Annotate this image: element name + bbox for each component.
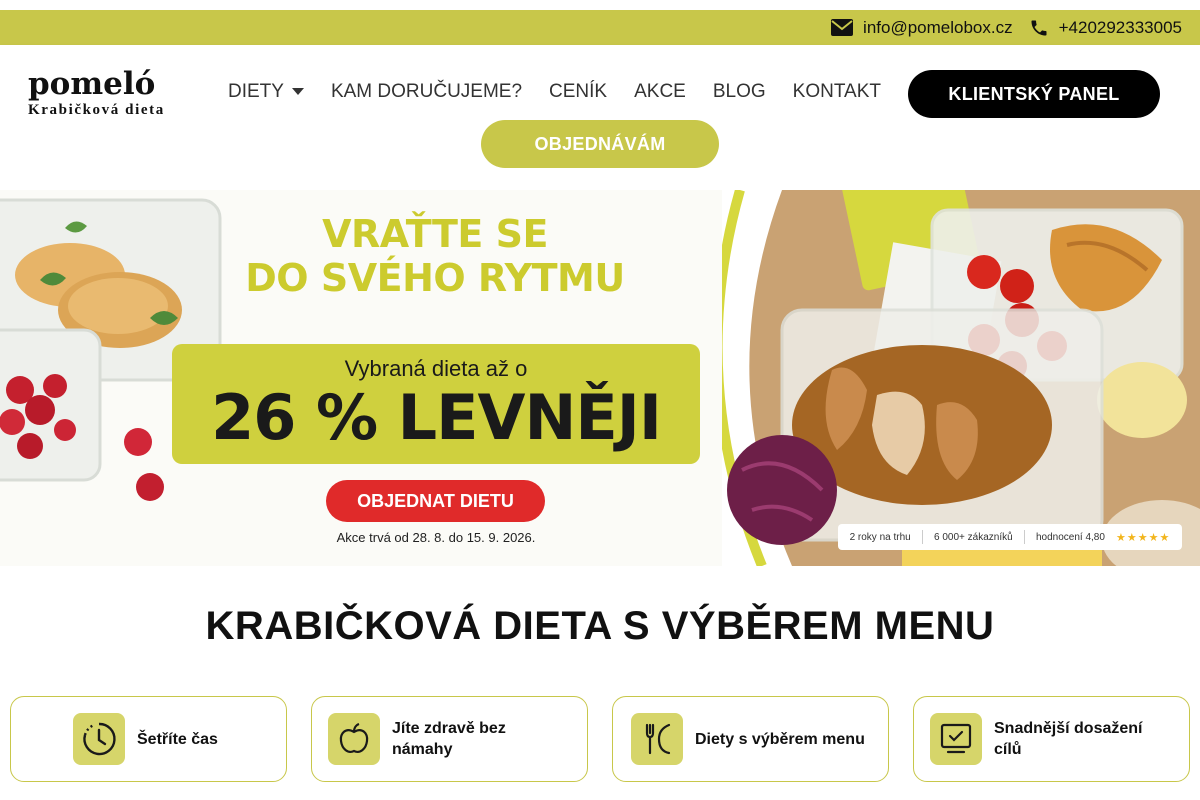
feature-card-save-time: Šetříte čas bbox=[10, 696, 287, 782]
discount-box: Vybraná dieta až o 26 % LEVNĚJI bbox=[172, 344, 700, 464]
nav-item-diety[interactable]: DIETY bbox=[228, 81, 304, 103]
logo-word: pomeló bbox=[28, 66, 156, 102]
nav-item-blog[interactable]: BLOG bbox=[713, 81, 766, 103]
feature-label: Jíte zdravě bez námahy bbox=[392, 720, 506, 758]
meal-boxes-photo bbox=[722, 190, 1200, 566]
clock-icon bbox=[73, 713, 125, 765]
cutlery-icon bbox=[631, 713, 683, 765]
order-button[interactable]: OBJEDNÁVÁM bbox=[481, 120, 719, 168]
badge-customers: 6 000+ zákazníků bbox=[934, 531, 1013, 543]
order-diet-button[interactable]: OBJEDNAT DIETU bbox=[326, 480, 545, 522]
hero-title: VRAŤTE SE DO SVÉHO RYTMU bbox=[200, 212, 670, 300]
phone-contact[interactable]: +420292333005 bbox=[1029, 18, 1182, 38]
badge-years: 2 roky na trhu bbox=[849, 531, 911, 543]
promo-dates-note: Akce trvá od 28. 8. do 15. 9. 2026. bbox=[336, 530, 536, 545]
discount-headline: 26 % LEVNĚJI bbox=[211, 381, 662, 454]
badge-divider bbox=[1023, 530, 1025, 544]
phone-icon bbox=[1031, 20, 1047, 35]
hero-title-line2: DO SVÉHO RYTMU bbox=[245, 256, 625, 300]
nav-label-blog: BLOG bbox=[712, 81, 766, 102]
nav-item-kam-dorucujeme[interactable]: KAM DORUČUJEME? bbox=[331, 81, 522, 103]
feature-card-menu-choice: Diety s výběrem menu bbox=[612, 696, 889, 782]
discount-subtitle: Vybraná dieta až o bbox=[344, 356, 528, 381]
rating-stars-icon: ★★★★★ bbox=[1116, 531, 1171, 544]
feature-label: Šetříte čas bbox=[137, 730, 218, 748]
site-header: pomeló Krabičková dieta DIETY KAM DORUČU… bbox=[0, 45, 1200, 190]
nav-item-kontakt[interactable]: KONTAKT bbox=[793, 81, 881, 103]
client-panel-button[interactable]: KLIENTSKÝ PANEL bbox=[908, 70, 1160, 118]
meal-boxes-illustration bbox=[722, 190, 1200, 566]
phone-text[interactable]: +420292333005 bbox=[1059, 18, 1182, 38]
hero-banner[interactable]: VRAŤTE SE DO SVÉHO RYTMU Vybraná dieta a… bbox=[0, 190, 1200, 566]
feature-label: Snadnější dosažení cílů bbox=[994, 720, 1143, 758]
nav-label-kam: KAM DORUČUJEME? bbox=[330, 81, 523, 102]
hero-title-line1: VRAŤTE SE bbox=[322, 212, 548, 256]
nav-label-akce: AKCE bbox=[634, 81, 686, 102]
feature-label: Diety s výběrem menu bbox=[695, 730, 865, 748]
main-nav: DIETY KAM DORUČUJEME? CENÍK AKCE BLOG KO… bbox=[228, 81, 881, 103]
nav-item-akce[interactable]: AKCE bbox=[634, 81, 686, 103]
nav-label-kontakt: KONTAKT bbox=[792, 81, 881, 102]
logo-tagline: Krabičková dieta bbox=[28, 102, 165, 118]
email-contact[interactable]: info@pomelobox.cz bbox=[831, 18, 1013, 38]
badge-divider bbox=[921, 530, 923, 544]
monitor-check-icon bbox=[930, 713, 982, 765]
nav-label-diety: DIETY bbox=[228, 81, 284, 102]
logo[interactable]: pomeló Krabičková dieta bbox=[28, 67, 165, 119]
caret-down-icon bbox=[291, 88, 304, 95]
email-text[interactable]: info@pomelobox.cz bbox=[863, 18, 1013, 38]
apple-icon bbox=[328, 713, 380, 765]
nav-item-cenik[interactable]: CENÍK bbox=[549, 81, 607, 103]
trust-badge: 2 roky na trhu 6 000+ zákazníků hodnocen… bbox=[838, 524, 1182, 550]
envelope-icon bbox=[831, 19, 854, 36]
feature-card-goals: Snadnější dosažení cílů bbox=[913, 696, 1190, 782]
feature-card-eat-healthy: Jíte zdravě bez námahy bbox=[311, 696, 588, 782]
feature-cards: Šetříte čas Jíte zdravě bez námahy Diety… bbox=[10, 696, 1190, 782]
badge-rating: hodnocení 4,80 bbox=[1035, 531, 1105, 543]
section-title: KRABIČKOVÁ DIETA S VÝBĚREM MENU bbox=[205, 604, 995, 648]
nav-label-cenik: CENÍK bbox=[549, 81, 608, 102]
top-contact-bar: info@pomelobox.cz +420292333005 bbox=[0, 10, 1200, 45]
